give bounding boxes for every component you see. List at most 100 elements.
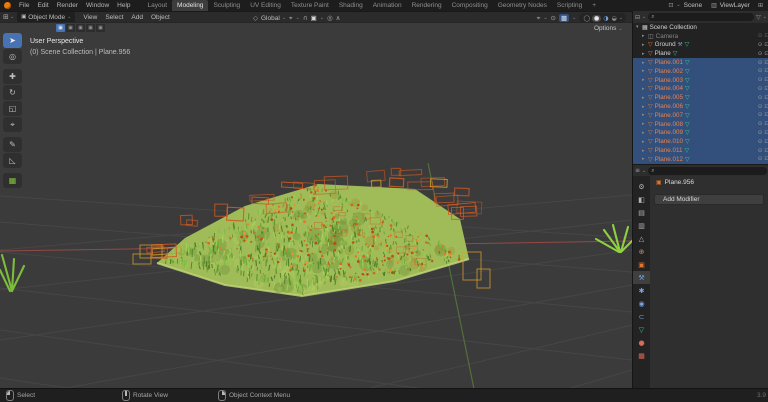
properties-tab-world[interactable]: ⊕ bbox=[633, 245, 650, 258]
snap-magnet-icon[interactable]: ∩ bbox=[303, 14, 308, 22]
properties-tab-material[interactable]: ● bbox=[633, 336, 650, 349]
properties-tab-data[interactable]: ▽ bbox=[633, 323, 650, 336]
gizmo-caret[interactable]: ⌄ bbox=[543, 15, 547, 21]
select-mode-invert[interactable]: ▣ bbox=[86, 24, 95, 32]
mode-dropdown[interactable]: ▣ Object Mode ⌄ bbox=[17, 12, 76, 22]
expand-caret-icon[interactable]: ▸ bbox=[642, 95, 646, 101]
expand-caret-icon[interactable]: ▸ bbox=[642, 156, 646, 162]
outliner-row-ground[interactable]: ▸ ▽ Ground ⚒ ▽ ⊙ ⊡ bbox=[633, 41, 768, 50]
expand-caret-icon[interactable]: ▸ bbox=[642, 77, 646, 83]
menu-file[interactable]: File bbox=[15, 2, 33, 9]
disable-render-icon[interactable]: ⊡ bbox=[764, 68, 768, 74]
tool-transform[interactable]: ⌖ bbox=[3, 117, 22, 132]
expand-caret-icon[interactable]: ▸ bbox=[642, 104, 646, 110]
outliner-row-camera[interactable]: ▸ ◫ Camera ⊙ ⊡ bbox=[633, 32, 768, 41]
viewport-menu-object[interactable]: Object bbox=[147, 14, 174, 21]
tool-cursor[interactable]: ◎ bbox=[3, 49, 22, 64]
hide-eye-icon[interactable]: ⊙ bbox=[758, 77, 763, 83]
tool-select-box[interactable]: ➤ bbox=[3, 33, 22, 48]
outliner-row-plane-005[interactable]: ▸ ▽ Plane.005 ▽ ⊙ ⊡ bbox=[633, 93, 768, 103]
outliner-row-plane-009[interactable]: ▸ ▽ Plane.009 ▽ ⊙ ⊡ bbox=[633, 128, 768, 138]
expand-caret-icon[interactable]: ▸ bbox=[642, 42, 646, 48]
disable-render-icon[interactable]: ⊡ bbox=[764, 121, 768, 127]
expand-caret-icon[interactable]: ▸ bbox=[642, 112, 646, 118]
hide-eye-icon[interactable]: ⊙ bbox=[758, 68, 763, 74]
disable-render-icon[interactable]: ⊡ bbox=[764, 42, 768, 48]
menu-help[interactable]: Help bbox=[113, 2, 134, 9]
hide-eye-icon[interactable]: ⊙ bbox=[758, 51, 763, 57]
hide-eye-icon[interactable]: ⊙ bbox=[758, 86, 763, 92]
viewport-menu-add[interactable]: Add bbox=[127, 14, 147, 21]
expand-caret-icon[interactable]: ▾ bbox=[636, 24, 640, 30]
expand-caret-icon[interactable]: ▸ bbox=[642, 148, 646, 154]
tool-scale[interactable]: ◱ bbox=[3, 101, 22, 116]
outliner-row-plane-006[interactable]: ▸ ▽ Plane.006 ▽ ⊙ ⊡ bbox=[633, 102, 768, 111]
hide-eye-icon[interactable]: ⊙ bbox=[758, 130, 763, 136]
shading-caret[interactable]: ⌄ bbox=[619, 15, 623, 21]
outliner-row-plane-010[interactable]: ▸ ▽ Plane.010 ▽ ⊙ ⊡ bbox=[633, 137, 768, 147]
outliner-display-mode-icon[interactable]: ⊟ bbox=[635, 14, 640, 21]
expand-caret-icon[interactable]: ▸ bbox=[642, 60, 646, 66]
tool-move[interactable]: ✚ bbox=[3, 69, 22, 84]
outliner-row-plane[interactable]: ▸ ▽ Plane ▽ ⊙ ⊡ bbox=[633, 49, 768, 58]
scene-dropdown-caret[interactable]: ⌄ bbox=[676, 0, 680, 11]
hide-eye-icon[interactable]: ⊙ bbox=[758, 156, 763, 162]
disable-render-icon[interactable]: ⊡ bbox=[764, 86, 768, 92]
workspace-tab-sculpting[interactable]: Sculpting bbox=[208, 0, 245, 11]
xray-caret[interactable]: ⌄ bbox=[572, 15, 576, 21]
properties-tab-physics[interactable]: ◉ bbox=[633, 297, 650, 310]
shading-wireframe-icon[interactable]: ◯ bbox=[582, 15, 591, 22]
properties-tab-render[interactable]: ◧ bbox=[633, 193, 650, 206]
hide-eye-icon[interactable]: ⊙ bbox=[758, 112, 763, 118]
properties-tab-output[interactable]: ▤ bbox=[633, 206, 650, 219]
properties-tab-texture[interactable]: ▦ bbox=[633, 349, 650, 362]
properties-editor-caret[interactable]: ⌄ bbox=[642, 168, 646, 174]
properties-tab-particles[interactable]: ✱ bbox=[633, 284, 650, 297]
xray-toggle-icon[interactable]: ▩ bbox=[558, 14, 570, 22]
hide-eye-icon[interactable]: ⊙ bbox=[758, 95, 763, 101]
new-view-layer-icon[interactable]: ⊞ bbox=[758, 0, 763, 11]
hide-eye-icon[interactable]: ⊙ bbox=[758, 60, 763, 66]
menu-window[interactable]: Window bbox=[82, 2, 113, 9]
shading-material-icon[interactable]: ◑ bbox=[602, 15, 609, 22]
scene-name[interactable]: Scene bbox=[684, 0, 702, 11]
tool-measure[interactable]: ◺ bbox=[3, 153, 22, 168]
workspace-tab-rendering[interactable]: Rendering bbox=[407, 0, 447, 11]
hide-eye-icon[interactable]: ⊙ bbox=[758, 121, 763, 127]
properties-tab-modifier[interactable]: ⚒ bbox=[633, 271, 650, 284]
disable-render-icon[interactable]: ⊡ bbox=[764, 77, 768, 83]
properties-tab-constraints[interactable]: ⊂ bbox=[633, 310, 650, 323]
properties-tab-view-layer[interactable]: ▥ bbox=[633, 219, 650, 232]
blender-logo-icon[interactable] bbox=[4, 2, 11, 9]
workspace-tab-animation[interactable]: Animation bbox=[368, 0, 407, 11]
disable-render-icon[interactable]: ⊡ bbox=[764, 33, 768, 39]
proportional-falloff-icon[interactable]: ∧ bbox=[336, 14, 341, 22]
select-mode-extend[interactable]: ▣ bbox=[66, 24, 75, 32]
hide-eye-icon[interactable]: ⊙ bbox=[758, 104, 763, 110]
disable-render-icon[interactable]: ⊡ bbox=[764, 60, 768, 66]
expand-caret-icon[interactable]: ▸ bbox=[642, 139, 646, 145]
menu-edit[interactable]: Edit bbox=[33, 2, 52, 9]
outliner-row-plane-004[interactable]: ▸ ▽ Plane.004 ▽ ⊙ ⊡ bbox=[633, 84, 768, 94]
hide-eye-icon[interactable]: ⊙ bbox=[758, 33, 763, 39]
properties-search-input[interactable]: ⌕ bbox=[648, 166, 767, 175]
hide-eye-icon[interactable]: ⊙ bbox=[758, 139, 763, 145]
viewport-3d-scene[interactable] bbox=[0, 23, 632, 389]
viewport-menu-view[interactable]: View bbox=[79, 14, 101, 21]
workspace-tab-layout[interactable]: Layout bbox=[143, 0, 173, 11]
select-mode-set[interactable]: ▣ bbox=[56, 24, 65, 32]
workspace-tab-geometry-nodes[interactable]: Geometry Nodes bbox=[493, 0, 552, 11]
workspace-tab-uv-editing[interactable]: UV Editing bbox=[245, 0, 286, 11]
viewport-menu-select[interactable]: Select bbox=[101, 14, 127, 21]
disable-render-icon[interactable]: ⊡ bbox=[764, 139, 768, 145]
orientation-dropdown[interactable]: Global ⌄ bbox=[261, 15, 286, 22]
pivot-point-icon[interactable]: ⌖ bbox=[289, 14, 293, 23]
outliner-search-input[interactable]: ⌕ bbox=[648, 13, 755, 21]
gizmo-icon[interactable]: ⌖ bbox=[537, 14, 541, 23]
expand-caret-icon[interactable]: ▸ bbox=[642, 68, 646, 74]
outliner-display-caret[interactable]: ⌄ bbox=[642, 14, 646, 20]
shading-rendered-icon[interactable]: ◒ bbox=[611, 15, 618, 22]
scene-datablock-icon[interactable]: ⊡ bbox=[668, 0, 673, 11]
disable-render-icon[interactable]: ⊡ bbox=[764, 112, 768, 118]
outliner-row-plane-008[interactable]: ▸ ▽ Plane.008 ▽ ⊙ ⊡ bbox=[633, 119, 768, 129]
